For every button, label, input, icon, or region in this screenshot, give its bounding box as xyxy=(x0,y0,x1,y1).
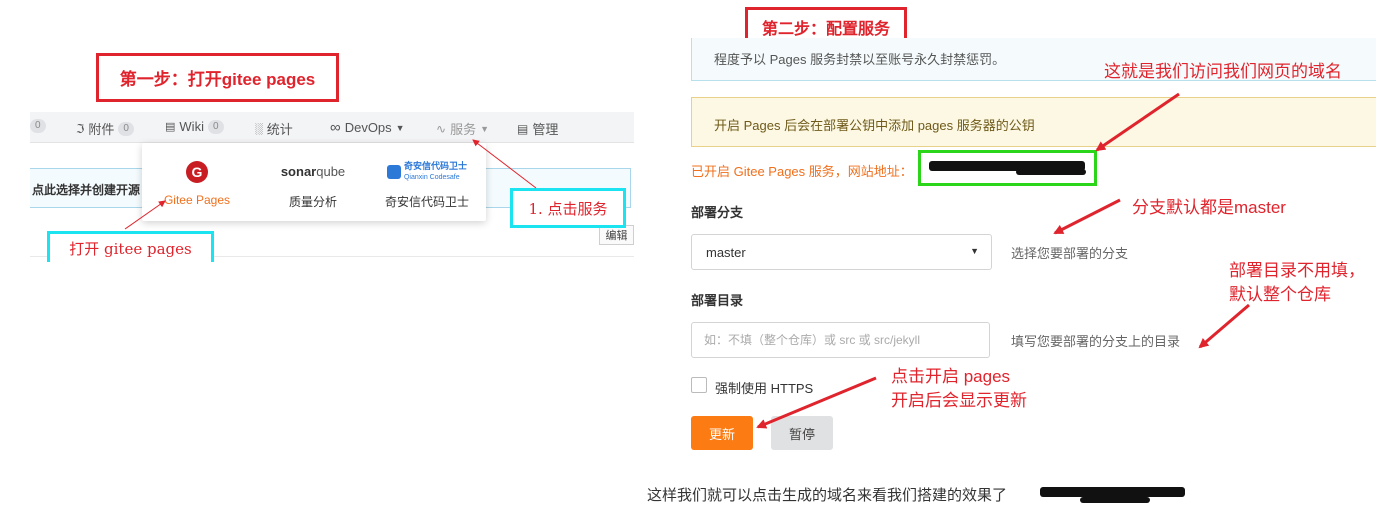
arrow-to-branch xyxy=(1053,198,1121,235)
arrow-to-services xyxy=(472,139,537,189)
arrow-to-domain xyxy=(1095,92,1180,152)
arrow-to-update xyxy=(756,376,877,429)
arrow-to-gitee-pages xyxy=(124,200,166,230)
annotation-arrows xyxy=(124,92,1250,429)
arrow-to-dir xyxy=(1198,303,1250,349)
